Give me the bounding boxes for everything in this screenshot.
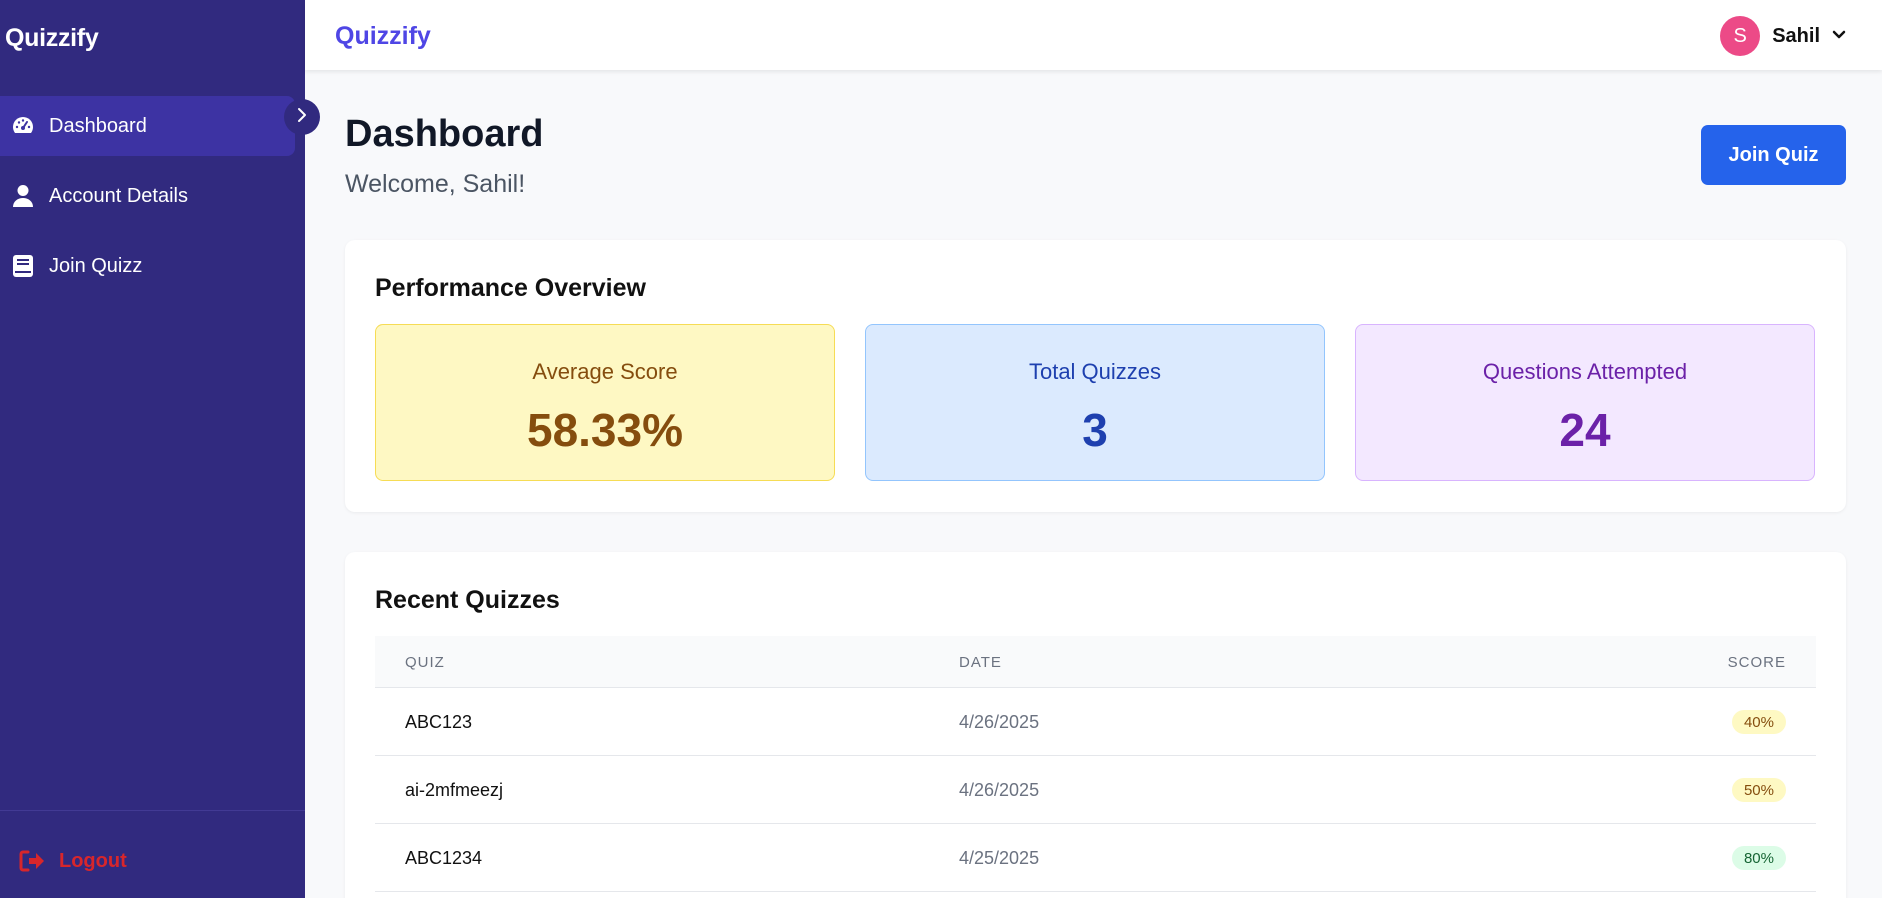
column-header-date: DATE — [959, 654, 1002, 671]
table-row[interactable]: ABC1234 4/25/2025 80% — [375, 824, 1816, 892]
logout-button[interactable]: Logout — [19, 849, 127, 873]
performance-overview-card: Performance Overview Average Score 58.33… — [345, 240, 1846, 512]
book-icon — [10, 253, 36, 279]
table-row[interactable]: ai-2mfmeezj 4/26/2025 50% — [375, 756, 1816, 824]
user-menu[interactable]: S Sahil — [1720, 16, 1846, 56]
stat-value: 24 — [1559, 404, 1611, 456]
quiz-date: 4/26/2025 — [959, 712, 1040, 732]
sidebar-item-label: Join Quizz — [49, 254, 143, 277]
column-header-quiz: QUIZ — [405, 654, 445, 671]
stat-label: Average Score — [532, 359, 678, 384]
topbar-brand[interactable]: Quizzify — [335, 22, 431, 51]
stat-label: Questions Attempted — [1482, 359, 1688, 384]
stat-label: Total Quizzes — [1028, 359, 1162, 384]
quiz-date: 4/26/2025 — [959, 780, 1040, 800]
recent-quizzes-table: QUIZ DATE SCORE ABC123 4/26/2025 40% ai-… — [375, 636, 1816, 892]
stat-value: 58.33% — [526, 404, 683, 456]
join-quiz-button[interactable]: Join Quiz — [1701, 125, 1846, 185]
sidebar-item-label: Dashboard — [49, 114, 147, 137]
speedometer-icon — [10, 113, 36, 139]
sidebar-brand: Quizzify — [5, 24, 99, 52]
top-bar: Quizzify S Sahil — [305, 0, 1882, 70]
quiz-name: ABC123 — [405, 712, 473, 732]
stat-total-quizzes: Total Quizzes 3 — [865, 324, 1325, 481]
sidebar-divider — [0, 810, 305, 811]
quiz-name: ai-2mfmeezj — [405, 780, 504, 800]
table-header: QUIZ DATE SCORE — [375, 636, 1816, 688]
column-header-score: SCORE — [1727, 654, 1786, 671]
sidebar-nav: Dashboard Account Details Join Quizz — [0, 96, 305, 306]
recent-quizzes-card: Recent Quizzes QUIZ DATE SCORE ABC123 4/… — [345, 552, 1846, 898]
sidebar: Quizzify Dashboard Account Details Join … — [0, 0, 305, 898]
chevron-down-icon — [1832, 27, 1846, 45]
score-badge: 40% — [1731, 710, 1786, 734]
sidebar-toggle-button[interactable] — [284, 99, 320, 135]
score-badge: 80% — [1731, 846, 1786, 870]
quiz-date: 4/25/2025 — [959, 848, 1040, 868]
page-title: Dashboard — [345, 113, 544, 155]
performance-overview-title: Performance Overview — [375, 274, 646, 302]
table-row[interactable]: ABC123 4/26/2025 40% — [375, 688, 1816, 756]
stat-value: 3 — [1082, 404, 1108, 456]
chevron-right-icon — [295, 107, 309, 128]
sidebar-item-account-details[interactable]: Account Details — [0, 166, 295, 226]
score-badge: 50% — [1731, 778, 1786, 802]
user-name: Sahil — [1772, 24, 1820, 47]
recent-quizzes-title: Recent Quizzes — [375, 586, 560, 614]
welcome-message: Welcome, Sahil! — [345, 170, 526, 198]
stat-average-score: Average Score 58.33% — [375, 324, 835, 481]
avatar: S — [1720, 16, 1761, 56]
sign-out-icon — [19, 849, 45, 873]
quiz-name: ABC1234 — [405, 848, 483, 868]
sidebar-item-join-quizz[interactable]: Join Quizz — [0, 236, 295, 296]
sidebar-item-label: Account Details — [49, 184, 188, 207]
sidebar-item-dashboard[interactable]: Dashboard — [0, 96, 295, 156]
user-icon — [10, 183, 36, 209]
logout-label: Logout — [59, 849, 127, 872]
stat-questions-attempted: Questions Attempted 24 — [1355, 324, 1815, 481]
